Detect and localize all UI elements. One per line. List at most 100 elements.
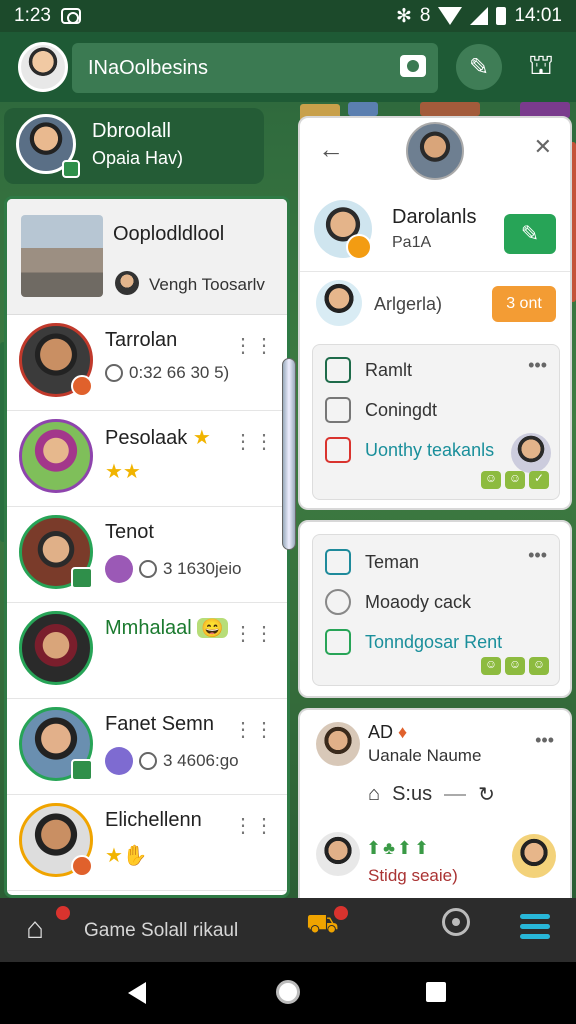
more-icon[interactable]: ••• [535,730,554,751]
battery-icon [496,7,507,25]
list-item[interactable]: Fanet Semn 3 4606:go ⋮⋮ [7,699,287,795]
list-item[interactable]: Elichellenn ★✋ ⋮⋮ [7,795,287,891]
reaction-icon: ☺ [505,471,525,489]
contact-meta: ★★ [105,459,141,484]
scrollbar-handle[interactable] [282,358,296,550]
topic-subcard: Teman ••• Moaody cack Tonndgosar Rent ☺ … [312,534,560,686]
edit-icon: ✎ [520,221,540,246]
more-icon[interactable]: ⋮⋮ [233,333,275,358]
topic-card: Teman ••• Moaody cack Tonndgosar Rent ☺ … [298,520,572,698]
reaction-tags: ☺ ☺ ☺ [481,657,549,675]
contact-meta: 0:32 66 30 5) [105,363,229,383]
action-button[interactable]: 3 ont [492,286,556,322]
subcard-item[interactable]: Coningdt [325,395,437,425]
contact-badge [71,759,93,781]
status-row[interactable]: ⌂ S:us ↻ [368,782,495,807]
gift-icon: ⛫ [528,49,554,80]
reaction-tags: ☺ ☺ ✓ [481,471,549,489]
reaction-icon: ☺ [529,657,549,675]
detail-subtitle: Pa1A [392,234,432,251]
list-header-avatar [115,271,139,295]
star-icon: ★ [192,427,211,449]
tools-button[interactable]: ✎ [456,44,502,90]
notification-dot [56,906,70,920]
participant-avatar [511,433,551,473]
contact-badge [71,375,93,397]
chat-icon [325,357,351,383]
list-item[interactable]: Tenot 3 1630jeio [7,507,287,603]
topic-item-label: Teman [365,551,420,572]
recents-icon[interactable] [426,982,446,1002]
subcard-item[interactable]: Ramlt [325,355,412,385]
secondary-avatar [316,280,362,326]
bottom-nav-label[interactable]: Game Solall rikaul [84,920,238,942]
back-arrow-icon[interactable]: ← [318,134,344,165]
detail-badge [346,234,372,260]
status-name-text: AD [368,722,394,742]
user-avatar[interactable] [18,42,68,92]
home-circle-icon[interactable] [276,980,300,1004]
more-icon[interactable]: ••• [528,545,547,566]
subcard-item-label: Uonthy teakanls [365,439,495,460]
clock-icon [105,364,123,382]
group-avatar[interactable] [406,122,464,180]
image-icon [325,397,351,423]
secondary-name: Arlgerla) [374,294,443,314]
status-bar: 1:23 ✻ 8 14:01 [0,0,576,32]
menu-button[interactable] [520,914,550,944]
list-item[interactable]: Pesolaak ★ ★★ ⋮⋮ [7,411,287,507]
topic-item[interactable]: Moaody cack [325,587,471,617]
detail-name: Darolanls [392,206,477,228]
status-name: AD ♦ [368,722,407,743]
status-time-left: 1:23 [14,5,51,26]
topic-item-label: Moaody cack [365,591,472,612]
search-input[interactable]: INaOolbesins [72,43,438,93]
profile-card[interactable]: Dbroolall Opaia Hav) [4,108,264,184]
target-nav-button[interactable] [442,908,470,936]
contact-meta-text: 3 1630jeio [163,559,242,578]
contact-meta: 3 4606:go [105,747,239,775]
notification-dot [334,906,348,920]
subcard-item[interactable]: Uonthy teakanls [325,435,494,465]
reaction-icon: ☺ [481,657,501,675]
contact-avatar [19,611,93,685]
home-icon: ⌂ [368,783,381,805]
contact-name: Mmhalaal 😄 [105,617,228,640]
contact-name: Tarrolan [105,329,178,351]
contact-name-text: Pesolaak [105,427,188,449]
detail-row-primary[interactable]: Darolanls Pa1A ✎ [300,194,570,272]
contact-name-text: Mmhalaal [105,617,192,639]
contact-badge [71,855,93,877]
home-nav-button[interactable]: ⌂ [26,912,44,946]
contact-detail-card: ← ✕ Darolanls Pa1A ✎ Arlgerla) 3 ont Ram… [298,116,572,510]
list-item[interactable]: Tarrolan 0:32 66 30 5) ⋮⋮ [7,315,287,411]
gift-button[interactable]: ⛫ [518,44,564,90]
topic-item[interactable]: Teman [325,547,419,577]
more-icon[interactable]: ⋮⋮ [233,621,275,646]
menu-bar [520,924,550,929]
more-icon[interactable]: ⋮⋮ [233,429,275,454]
search-text: INaOolbesins [88,56,209,79]
profile-status-badge [62,160,80,178]
camera-icon[interactable] [400,55,426,77]
street-thumbnail [21,215,103,297]
emoji-icon: 😄 [197,618,228,638]
person-icon [325,589,351,615]
refresh-icon[interactable]: ↻ [478,782,495,807]
divider [444,793,467,796]
detail-row-secondary[interactable]: Arlgerla) 3 ont [300,274,570,336]
contact-name: Fanet Semn [105,713,214,735]
edit-button[interactable]: ✎ [504,214,556,254]
list-item[interactable]: Mmhalaal 😄 ⋮⋮ [7,603,287,699]
topic-item[interactable]: Tonndgosar Rent [325,627,502,657]
profile-name: Dbroolall [92,120,171,142]
more-icon[interactable]: ••• [528,355,547,376]
status-subtitle: Uanale Naume [368,746,482,765]
more-icon[interactable]: ⋮⋮ [233,813,275,838]
list-header[interactable]: Ooplodldlool Vengh Toosarlv [7,199,287,315]
back-icon[interactable] [128,982,146,1004]
close-icon[interactable]: ✕ [534,134,552,160]
more-icon[interactable]: ⋮⋮ [233,717,275,742]
contact-badge [71,567,93,589]
profile-subtitle: Opaia Hav) [92,148,184,168]
